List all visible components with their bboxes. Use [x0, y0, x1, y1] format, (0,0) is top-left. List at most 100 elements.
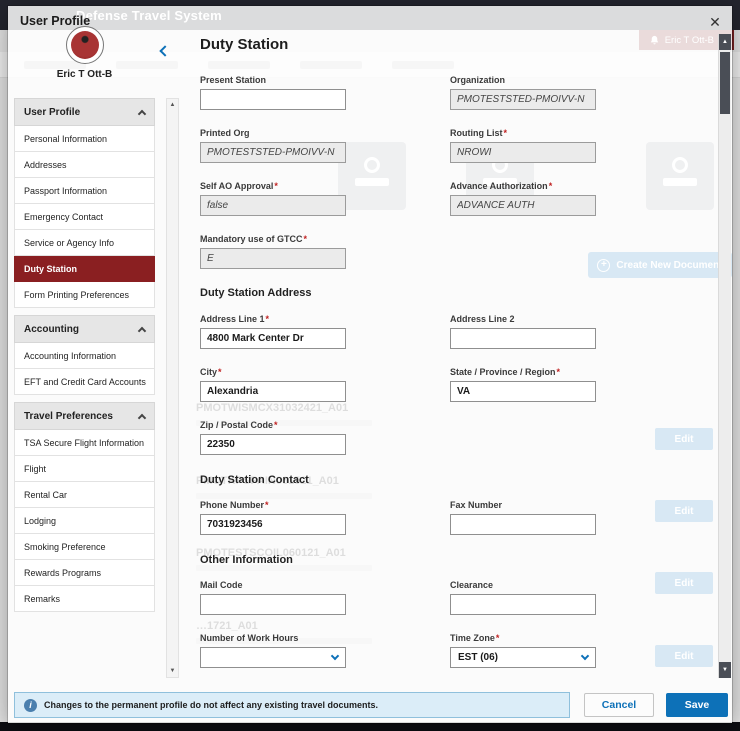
- field-address-line-2: Address Line 2: [450, 314, 596, 349]
- phone-input[interactable]: [200, 514, 346, 535]
- section-heading-contact: Duty Station Contact: [200, 474, 309, 486]
- field-label: Mandatory use of GTCC: [200, 234, 303, 244]
- field-label: Printed Org: [200, 128, 250, 138]
- required-asterisk: *: [218, 367, 222, 377]
- back-button[interactable]: [156, 42, 174, 60]
- field-time-zone: Time Zone* EST (06): [450, 633, 596, 668]
- close-icon[interactable]: ✕: [703, 10, 727, 34]
- cancel-button[interactable]: Cancel: [584, 693, 654, 717]
- required-asterisk: *: [549, 181, 553, 191]
- printed-org-input: [200, 142, 346, 163]
- field-state: State / Province / Region*: [450, 367, 596, 402]
- chevron-left-icon: [159, 45, 170, 56]
- scroll-up-icon[interactable]: ▲: [167, 102, 178, 108]
- sidebar-group-travel-preferences: Travel Preferences TSA Secure Flight Inf…: [14, 402, 155, 612]
- field-mail-code: Mail Code: [200, 580, 346, 615]
- info-text: Changes to the permanent profile do not …: [44, 700, 378, 710]
- field-mandatory-gtcc: Mandatory use of GTCC*: [200, 234, 346, 269]
- field-label: Routing List: [450, 128, 503, 138]
- required-asterisk: *: [266, 314, 270, 324]
- field-label: Fax Number: [450, 500, 502, 510]
- sidebar-item-emergency-contact[interactable]: Emergency Contact: [14, 204, 155, 230]
- field-label: Advance Authorization: [450, 181, 548, 191]
- field-label: Mail Code: [200, 580, 243, 590]
- sidebar-group-accounting: Accounting Accounting Information EFT an…: [14, 315, 155, 395]
- profile-user-name: Eric T Ott-B: [14, 69, 155, 80]
- required-asterisk: *: [274, 181, 278, 191]
- sidebar-group-header[interactable]: Accounting: [14, 315, 155, 343]
- field-label: State / Province / Region: [450, 367, 556, 377]
- required-asterisk: *: [274, 420, 278, 430]
- modal-scrollbar[interactable]: ▲ ▼: [718, 34, 731, 678]
- city-input[interactable]: [200, 381, 346, 402]
- organization-input: [450, 89, 596, 110]
- field-present-station: Present Station: [200, 75, 346, 110]
- field-printed-org: Printed Org: [200, 128, 346, 163]
- sidebar-group-header[interactable]: Travel Preferences: [14, 402, 155, 430]
- required-asterisk: *: [304, 234, 308, 244]
- field-label: Time Zone: [450, 633, 495, 643]
- content-scrollbar[interactable]: ▲ ▼: [166, 98, 179, 678]
- sidebar-item-form-printing-preferences[interactable]: Form Printing Preferences: [14, 282, 155, 308]
- sidebar-item-addresses[interactable]: Addresses: [14, 152, 155, 178]
- mail-code-input[interactable]: [200, 594, 346, 615]
- scroll-down-icon[interactable]: ▼: [167, 668, 178, 674]
- work-hours-select[interactable]: [200, 647, 346, 668]
- field-label: Phone Number: [200, 500, 264, 510]
- sidebar-item-tsa-secure-flight[interactable]: TSA Secure Flight Information: [14, 430, 155, 456]
- user-profile-modal: User Profile ✕ Eric T Ott-B User Profile…: [8, 6, 732, 723]
- field-phone: Phone Number*: [200, 500, 346, 535]
- field-label: Address Line 2: [450, 314, 515, 324]
- save-button[interactable]: Save: [666, 693, 728, 717]
- sidebar-item-remarks[interactable]: Remarks: [14, 586, 155, 612]
- field-clearance: Clearance: [450, 580, 596, 615]
- time-zone-select[interactable]: EST (06): [450, 647, 596, 668]
- scroll-down-icon[interactable]: ▼: [719, 662, 731, 678]
- info-banner: i Changes to the permanent profile do no…: [14, 692, 570, 718]
- zip-input[interactable]: [200, 434, 346, 455]
- sidebar-item-accounting-information[interactable]: Accounting Information: [14, 343, 155, 369]
- address-line-1-input[interactable]: [200, 328, 346, 349]
- sidebar-item-duty-station[interactable]: Duty Station: [14, 256, 155, 282]
- field-label: Present Station: [200, 75, 266, 85]
- chevron-up-icon: [138, 326, 146, 334]
- sidebar-item-eft-credit-card-accounts[interactable]: EFT and Credit Card Accounts: [14, 369, 155, 395]
- field-organization: Organization: [450, 75, 596, 110]
- avatar: [66, 26, 104, 64]
- field-self-ao-approval: Self AO Approval*: [200, 181, 346, 216]
- self-ao-approval-input: [200, 195, 346, 216]
- info-icon: i: [24, 699, 37, 712]
- field-advance-authorization: Advance Authorization*: [450, 181, 596, 216]
- scrollbar-thumb[interactable]: [720, 52, 730, 114]
- field-zip: Zip / Postal Code*: [200, 420, 346, 455]
- state-input[interactable]: [450, 381, 596, 402]
- address-line-2-input[interactable]: [450, 328, 596, 349]
- scroll-up-icon[interactable]: ▲: [719, 34, 731, 50]
- sidebar-item-passport-information[interactable]: Passport Information: [14, 178, 155, 204]
- field-fax: Fax Number: [450, 500, 596, 535]
- required-asterisk: *: [496, 633, 500, 643]
- section-heading-other: Other Information: [200, 554, 293, 566]
- fax-input[interactable]: [450, 514, 596, 535]
- sidebar-item-smoking-preference[interactable]: Smoking Preference: [14, 534, 155, 560]
- chevron-up-icon: [138, 109, 146, 117]
- sidebar-group-user-profile: User Profile Personal Information Addres…: [14, 98, 155, 308]
- sidebar-group-header[interactable]: User Profile: [14, 98, 155, 126]
- chevron-up-icon: [138, 413, 146, 421]
- chevron-down-icon: [581, 652, 589, 660]
- required-asterisk: *: [557, 367, 561, 377]
- mandatory-gtcc-input: [200, 248, 346, 269]
- sidebar-item-rental-car[interactable]: Rental Car: [14, 482, 155, 508]
- sidebar-item-rewards-programs[interactable]: Rewards Programs: [14, 560, 155, 586]
- sidebar-item-lodging[interactable]: Lodging: [14, 508, 155, 534]
- sidebar-item-service-or-agency-info[interactable]: Service or Agency Info: [14, 230, 155, 256]
- advance-authorization-input: [450, 195, 596, 216]
- routing-list-input: [450, 142, 596, 163]
- sidebar-item-personal-information[interactable]: Personal Information: [14, 126, 155, 152]
- clearance-input[interactable]: [450, 594, 596, 615]
- chevron-down-icon: [331, 652, 339, 660]
- field-label: Self AO Approval: [200, 181, 273, 191]
- sidebar-item-flight[interactable]: Flight: [14, 456, 155, 482]
- present-station-input[interactable]: [200, 89, 346, 110]
- profile-sidebar: User Profile Personal Information Addres…: [14, 98, 155, 619]
